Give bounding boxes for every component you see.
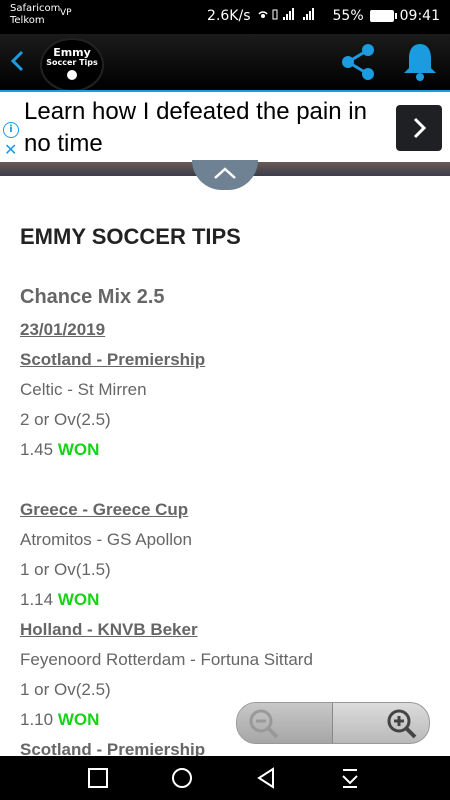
ad-open-button[interactable] <box>396 105 442 151</box>
recent-apps-button[interactable] <box>86 766 110 790</box>
battery-percent: 55% <box>332 7 364 24</box>
chevron-right-icon <box>413 117 427 139</box>
logo-subtitle: Soccer Tips <box>46 58 98 67</box>
odds-line: 1.14 WON <box>20 590 99 610</box>
league-title: Scotland - Premiership <box>20 350 206 369</box>
league-title: Greece - Greece Cup <box>20 500 189 519</box>
match-name: Celtic - St Mirren <box>20 380 147 399</box>
match-name: Atromitos - GS Apollon <box>20 530 192 549</box>
app-logo: Emmy Soccer Tips <box>40 38 104 92</box>
system-nav-bar <box>0 756 450 800</box>
logo-title: Emmy <box>53 46 91 59</box>
signal-icon <box>257 8 314 20</box>
ad-banner[interactable]: Learn how I defeated the pain in no time… <box>0 90 450 164</box>
battery-icon <box>369 9 397 22</box>
page-content[interactable]: EMMY SOCCER TIPS Chance Mix 2.5 23/01/20… <box>0 176 450 756</box>
bell-icon[interactable] <box>398 40 442 84</box>
zoom-in-button[interactable] <box>333 703 429 743</box>
soccer-ball-icon <box>67 70 77 80</box>
tip-text: 1 or Ov(1.5) <box>20 560 111 579</box>
clock: 09:41 <box>399 7 440 24</box>
odds-value: 1.14 <box>20 590 54 609</box>
carrier-name-2: Telkom <box>10 15 45 26</box>
notification-pull-button[interactable] <box>338 766 362 790</box>
zoom-out-icon <box>249 709 279 739</box>
ad-text[interactable]: Learn how I defeated the pain in no time <box>24 96 374 160</box>
result-badge: WON <box>57 590 100 609</box>
triangle-back-icon <box>257 767 274 789</box>
site-title: EMMY SOCCER TIPS <box>20 224 241 249</box>
status-bar: Safaricom Telkom VP 2.6K/s 55% 09:41 <box>0 0 450 34</box>
result-badge: WON <box>57 710 100 729</box>
info-icon[interactable]: i <box>3 122 19 138</box>
carrier-info: Safaricom Telkom <box>10 3 60 27</box>
network-speed: 2.6K/s <box>207 7 251 24</box>
odds-line: 1.10 WON <box>20 710 99 730</box>
zoom-out-button[interactable] <box>237 703 333 743</box>
date-label: 23/01/2019 <box>20 320 106 339</box>
league-title: Scotland - Premiership <box>20 740 206 756</box>
home-button[interactable] <box>170 766 194 790</box>
odds-line: 1.45 WON <box>20 440 99 460</box>
square-icon <box>88 768 108 788</box>
result-badge: WON <box>57 440 100 459</box>
zoom-in-icon <box>387 709 417 739</box>
chevron-left-icon[interactable] <box>8 46 32 76</box>
tip-text: 1 or Ov(2.5) <box>20 680 111 699</box>
league-title: Holland - KNVB Beker <box>20 620 198 639</box>
pull-down-icon <box>342 769 358 788</box>
signal-icons <box>257 7 327 24</box>
close-icon[interactable]: ✕ <box>4 142 17 158</box>
section-title: Chance Mix 2.5 <box>20 286 165 308</box>
vp-label: VP <box>60 8 72 18</box>
circle-icon <box>172 768 192 788</box>
zoom-control[interactable] <box>236 702 430 744</box>
status-right: 2.6K/s 55% 09:41 <box>207 7 440 24</box>
match-name: Feyenoord Rotterdam - Fortuna Sittard <box>20 650 313 669</box>
share-icon[interactable] <box>336 40 380 84</box>
tip-text: 2 or Ov(2.5) <box>20 410 111 429</box>
app-bar: Emmy Soccer Tips <box>0 34 450 92</box>
back-button[interactable] <box>254 766 278 790</box>
carrier-name-1: Safaricom <box>10 3 61 14</box>
odds-value: 1.10 <box>20 710 54 729</box>
odds-value: 1.45 <box>20 440 54 459</box>
